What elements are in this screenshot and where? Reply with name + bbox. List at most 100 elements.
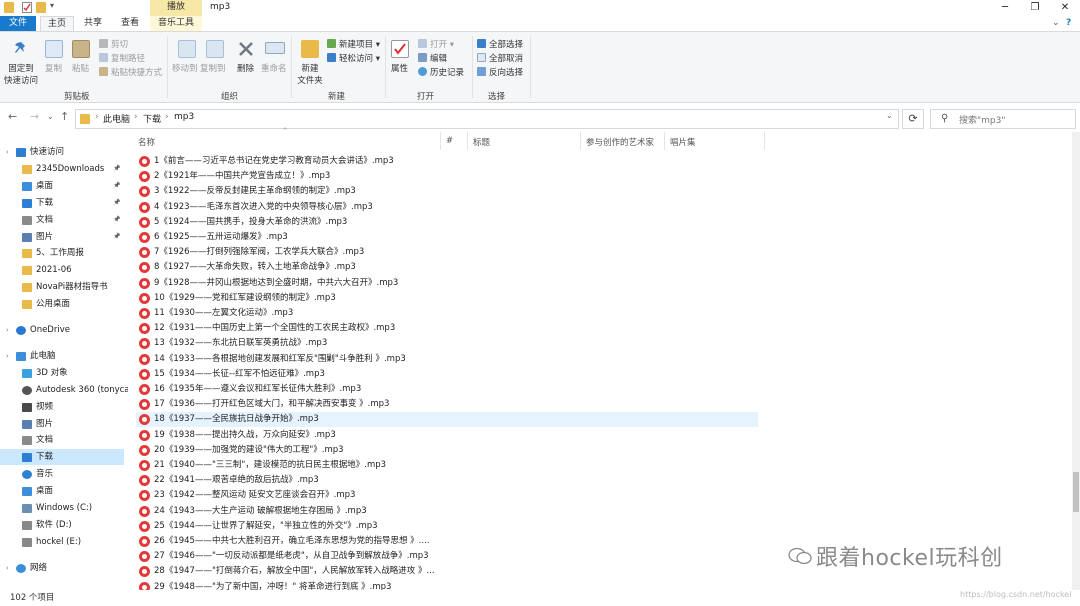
file-row[interactable]: 21《1940——"三三制"，建设模范的抗日民主根据地》.mp3 bbox=[136, 458, 758, 473]
file-row[interactable]: 13《1932——东北抗日联军英勇抗战》.mp3 bbox=[136, 336, 758, 351]
paste-shortcut-button[interactable]: 粘贴快捷方式 bbox=[99, 66, 162, 78]
file-row[interactable]: 3《1922——反帝反封建民主革命纲领的制定》.mp3 bbox=[136, 184, 758, 199]
tab-file[interactable]: 文件 bbox=[0, 16, 36, 31]
column-divider[interactable] bbox=[664, 132, 665, 150]
properties-button[interactable]: 属性 bbox=[391, 62, 408, 74]
file-row[interactable]: 1《前言——习近平总书记在党史学习教育动员大会讲话》.mp3 bbox=[136, 154, 758, 169]
delete-button[interactable]: 删除 bbox=[237, 62, 254, 74]
copy-path-button[interactable]: 复制路径 bbox=[99, 52, 145, 64]
pin-quick-access-button[interactable]: 固定到 快速访问 bbox=[4, 62, 38, 86]
move-to-button[interactable]: 移动到 bbox=[172, 62, 198, 74]
file-row[interactable]: 25《1944——让世界了解延安，"半独立性的外交"》.mp3 bbox=[136, 519, 758, 534]
sidebar-item[interactable]: › OneDrive bbox=[0, 322, 124, 338]
minimize-button[interactable]: ─ bbox=[990, 0, 1020, 16]
sidebar-item[interactable]: 视频 bbox=[0, 399, 124, 415]
file-row[interactable]: 9《1928——井冈山根据地达到全盛时期，中共六大召开》.mp3 bbox=[136, 276, 758, 291]
recent-chevron-icon[interactable]: ⌄ bbox=[47, 112, 54, 121]
file-row[interactable]: 22《1941——艰苦卓绝的敌后抗战》.mp3 bbox=[136, 473, 758, 488]
file-row[interactable]: 5《1924——国共携手，投身大革命的洪流》.mp3 bbox=[136, 215, 758, 230]
sidebar-item[interactable]: 软件 (D:) bbox=[0, 517, 124, 533]
file-row[interactable]: 28《1947——"打倒蒋介石，解放全中国"，人民解放军转入战略进攻 》... bbox=[136, 564, 758, 579]
sidebar-item[interactable]: › 此电脑 bbox=[0, 348, 124, 364]
sidebar-item[interactable]: 5、工作周报 bbox=[0, 245, 124, 261]
tab-music-tools[interactable]: 音乐工具 bbox=[150, 16, 202, 31]
maximize-button[interactable]: ❐ bbox=[1020, 0, 1050, 16]
rename-button[interactable]: 重命名 bbox=[261, 62, 287, 74]
search-input[interactable]: ⚲ 搜索"mp3" bbox=[930, 109, 1076, 129]
sidebar-item[interactable]: 桌面 bbox=[0, 483, 124, 499]
file-row[interactable]: 19《1938——提出持久战，万众向延安》.mp3 bbox=[136, 428, 758, 443]
expand-chevron-icon[interactable]: › bbox=[6, 144, 9, 160]
invert-selection-button[interactable]: 反向选择 bbox=[477, 66, 523, 78]
address-bar[interactable]: › 此电脑 › 下载 › mp3 ⌄ bbox=[75, 109, 899, 129]
sidebar-item[interactable]: 下载 bbox=[0, 449, 124, 466]
sidebar-item[interactable]: 2021-06 bbox=[0, 262, 124, 278]
file-row[interactable]: 17《1936——打开红色区域大门，和平解决西安事变 》.mp3 bbox=[136, 397, 758, 412]
sidebar-item[interactable]: 图片 📌 bbox=[0, 229, 124, 245]
breadcrumb-this-pc[interactable]: 此电脑 bbox=[103, 112, 130, 125]
sidebar-item[interactable]: › 快速访问 bbox=[0, 144, 124, 160]
address-history-chevron-icon[interactable]: ⌄ bbox=[886, 111, 893, 120]
new-folder-button[interactable]: 新建 文件夹 bbox=[296, 62, 324, 86]
ribbon-collapse-icon[interactable]: ⌄ bbox=[1052, 16, 1060, 31]
up-arrow-icon[interactable]: ↑ bbox=[60, 110, 69, 123]
column-divider[interactable] bbox=[440, 132, 441, 150]
file-row[interactable]: 2《1921年——中国共产党宣告成立！》.mp3 bbox=[136, 169, 758, 184]
file-row[interactable]: 11《1930——左翼文化运动》.mp3 bbox=[136, 306, 758, 321]
tab-view[interactable]: 查看 bbox=[113, 16, 147, 31]
column-divider[interactable] bbox=[580, 132, 581, 150]
file-row[interactable]: 14《1933——各根据地创建发展和红军反"围剿"斗争胜利 》.mp3 bbox=[136, 352, 758, 367]
file-row[interactable]: 8《1927——大革命失败，转入土地革命战争》.mp3 bbox=[136, 260, 758, 275]
properties-check-icon[interactable] bbox=[22, 2, 32, 13]
sidebar-item[interactable]: NovaPi器材指导书 bbox=[0, 279, 124, 295]
file-row[interactable]: 15《1934——长征--红军不怕远征难》.mp3 bbox=[136, 367, 758, 382]
sidebar-item[interactable]: 公用桌面 bbox=[0, 296, 124, 312]
sidebar-item[interactable]: 桌面 📌 bbox=[0, 178, 124, 194]
select-all-button[interactable]: 全部选择 bbox=[477, 38, 523, 50]
file-row[interactable]: 4《1923——毛泽东首次进入党的中央领导核心层》.mp3 bbox=[136, 200, 758, 215]
cut-button[interactable]: 剪切 bbox=[99, 38, 128, 50]
sidebar-item[interactable]: Windows (C:) bbox=[0, 500, 124, 516]
sidebar-item[interactable]: 音乐 bbox=[0, 466, 124, 482]
file-row[interactable]: 6《1925——五卅运动爆发》.mp3 bbox=[136, 230, 758, 245]
file-row[interactable]: 10《1929——党和红军建设纲领的制定》.mp3 bbox=[136, 291, 758, 306]
file-row[interactable]: 18《1937——全民族抗日战争开始》.mp3 bbox=[136, 412, 758, 428]
paste-button[interactable]: 粘贴 bbox=[72, 62, 89, 74]
refresh-icon[interactable]: ⟳ bbox=[902, 109, 924, 129]
close-button[interactable]: ✕ bbox=[1050, 0, 1080, 16]
file-row[interactable]: 20《1939——加强党的建设"伟大的工程"》.mp3 bbox=[136, 443, 758, 458]
copy-to-button[interactable]: 复制到 bbox=[200, 62, 226, 74]
column-header-artist[interactable]: 参与创作的艺术家 bbox=[586, 136, 654, 148]
expand-chevron-icon[interactable]: › bbox=[6, 560, 9, 576]
scrollbar-thumb[interactable] bbox=[1073, 472, 1079, 512]
vertical-scrollbar[interactable] bbox=[1072, 132, 1080, 590]
column-header-number[interactable]: # bbox=[446, 136, 453, 146]
column-header-name[interactable]: 名称 bbox=[138, 136, 155, 148]
quick-access-dropdown[interactable]: ▾ bbox=[50, 1, 54, 10]
sidebar-item[interactable]: 文档 bbox=[0, 432, 124, 448]
file-row[interactable]: 12《1931——中国历史上第一个全国性的工农民主政权》.mp3 bbox=[136, 321, 758, 336]
help-icon[interactable]: ? bbox=[1066, 16, 1071, 31]
column-divider[interactable] bbox=[467, 132, 468, 150]
tab-home[interactable]: 主页 bbox=[40, 16, 74, 31]
back-arrow-icon[interactable]: ← bbox=[8, 110, 17, 123]
sidebar-item[interactable]: 下载 📌 bbox=[0, 195, 124, 211]
sidebar-item[interactable]: hockel (E:) bbox=[0, 534, 124, 550]
open-button[interactable]: 打开 ▾ bbox=[418, 38, 454, 50]
forward-arrow-icon[interactable]: → bbox=[30, 110, 39, 123]
sidebar-item[interactable]: 图片 bbox=[0, 416, 124, 432]
sidebar-item[interactable]: 文档 📌 bbox=[0, 212, 124, 228]
expand-chevron-icon[interactable]: › bbox=[6, 348, 9, 364]
expand-chevron-icon[interactable]: › bbox=[6, 322, 9, 338]
column-header-title[interactable]: 标题 bbox=[473, 136, 490, 148]
breadcrumb-downloads[interactable]: 下载 bbox=[143, 112, 161, 125]
sidebar-item[interactable]: 3D 对象 bbox=[0, 365, 124, 381]
history-button[interactable]: 历史记录 bbox=[418, 66, 464, 78]
new-folder-icon[interactable] bbox=[36, 2, 46, 13]
file-row[interactable]: 16《1935年——遵义会议和红军长征伟大胜利》.mp3 bbox=[136, 382, 758, 397]
tab-share[interactable]: 共享 bbox=[76, 16, 110, 31]
file-row[interactable]: 7《1926——打倒列强除军阀，工农学兵大联合》.mp3 bbox=[136, 245, 758, 260]
sidebar-item[interactable]: 2345Downloads 📌 bbox=[0, 161, 124, 177]
file-row[interactable]: 23《1942——整风运动 延安文艺座谈会召开》.mp3 bbox=[136, 488, 758, 503]
file-row[interactable]: 29《1948——"为了新中国，冲呀！" 将革命进行到底 》.mp3 bbox=[136, 580, 758, 590]
